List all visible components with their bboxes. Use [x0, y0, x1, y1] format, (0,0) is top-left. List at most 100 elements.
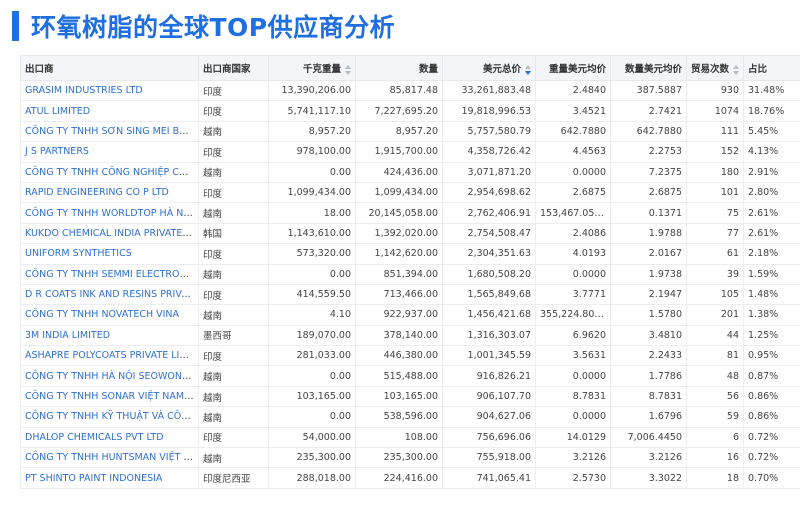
- table-row[interactable]: 3M INDIA LIMITED 墨西哥 189,070.00 378,140.00 1…: [20, 324, 800, 347]
- cell-exporter[interactable]: UNIFORM SYNTHETICS: [20, 243, 199, 265]
- cell-qty-avg-price: 2.1947: [610, 283, 687, 306]
- cell-exporter[interactable]: CÔNG TY TNHH WORLDTOP HÀ NỘI V...: [20, 202, 199, 224]
- table-row[interactable]: PT SHINTO PAINT INDONESIA 印度尼西亚 288,018.00…: [20, 467, 800, 489]
- col-header-exporter[interactable]: 出口商: [20, 55, 199, 81]
- col-header-share[interactable]: 占比: [743, 55, 800, 81]
- sort-icon[interactable]: [345, 64, 351, 75]
- table-row[interactable]: CÔNG TY TNHH KỸ THUẬT VÀ CÔNG ... 越南 0.00 5…: [20, 406, 800, 428]
- table-row[interactable]: CÔNG TY TNHH WORLDTOP HÀ NỘI V... 越南 18.00…: [20, 202, 800, 224]
- cell-exporter[interactable]: RAPID ENGINEERING CO P LTD: [20, 181, 199, 204]
- cell-weight-avg-price: 8.7831: [535, 385, 611, 408]
- col-header-qty-avg-price[interactable]: 数量美元均价: [610, 55, 687, 81]
- cell-country: 印度: [198, 141, 269, 163]
- cell-exporter[interactable]: ATUL LIMITED: [20, 100, 199, 122]
- cell-exporter[interactable]: CÔNG TY TNHH HUNTSMAN VIỆT NAM: [20, 447, 199, 469]
- exporter-link[interactable]: CÔNG TY TNHH WORLDTOP HÀ NỘI V...: [25, 208, 198, 219]
- exporter-link[interactable]: D R COATS INK AND RESINS PRIVATE ...: [25, 289, 198, 300]
- cell-exporter[interactable]: ASHAPRE POLYCOATS PRIVATE LIMITED: [20, 345, 199, 367]
- cell-weight-kg: 18.00: [268, 202, 356, 224]
- exporter-link[interactable]: KUKDO CHEMICAL INDIA PRIVATE LIM...: [25, 228, 198, 239]
- cell-weight-kg: 189,070.00: [268, 324, 356, 347]
- exporter-link[interactable]: DHALOP CHEMICALS PVT LTD: [25, 432, 164, 443]
- cell-qty-avg-price: 1.7786: [610, 365, 687, 387]
- cell-qty-avg-price: 642.7880: [610, 120, 687, 143]
- cell-country: 墨西哥: [198, 324, 269, 347]
- table-row[interactable]: ASHAPRE POLYCOATS PRIVATE LIMITED 印度 281,0…: [20, 345, 800, 367]
- cell-exporter[interactable]: CÔNG TY TNHH HÀ NỘI SEOWONINTE...: [20, 365, 199, 387]
- cell-qty-avg-price: 8.7831: [610, 385, 687, 408]
- cell-share: 31.48%: [743, 79, 800, 102]
- cell-exporter[interactable]: CÔNG TY TNHH CÔNG NGHIỆP CARB...: [20, 161, 199, 183]
- cell-trade-count: 1074: [686, 100, 744, 122]
- cell-total-usd: 756,696.06: [442, 426, 536, 449]
- col-header-quantity[interactable]: 数量: [355, 55, 443, 81]
- table-row[interactable]: D R COATS INK AND RESINS PRIVATE ... 印度 41…: [20, 283, 800, 306]
- table-row[interactable]: DHALOP CHEMICALS PVT LTD 印度 54,000.00 108.0…: [20, 426, 800, 449]
- cell-total-usd: 1,680,508.20: [442, 263, 536, 285]
- col-header-weight-avg-price[interactable]: 重量美元均价: [535, 55, 611, 81]
- cell-quantity: 7,227,695.20: [355, 100, 443, 122]
- exporter-link[interactable]: CÔNG TY TNHH SONAR VIỆT NAM CO...: [25, 391, 198, 402]
- exporter-link[interactable]: CÔNG TY TNHH CÔNG NGHIỆP CARB...: [25, 167, 198, 178]
- cell-exporter[interactable]: CÔNG TY TNHH SEMMI ELECTRONICS...: [20, 263, 199, 285]
- exporter-link[interactable]: CÔNG TY TNHH HUNTSMAN VIỆT NAM: [25, 452, 198, 463]
- cell-exporter[interactable]: CÔNG TY TNHH KỸ THUẬT VÀ CÔNG ...: [20, 406, 199, 428]
- cell-exporter[interactable]: 3M INDIA LIMITED: [20, 324, 199, 347]
- cell-quantity: 103,165.00: [355, 385, 443, 408]
- cell-exporter[interactable]: J S PARTNERS: [20, 141, 199, 163]
- cell-qty-avg-price: 1.9738: [610, 263, 687, 285]
- col-header-total-usd[interactable]: 美元总价: [442, 55, 536, 81]
- exporter-link[interactable]: CÔNG TY TNHH SEMMI ELECTRONICS...: [25, 269, 198, 280]
- cell-trade-count: 39: [686, 263, 744, 285]
- table-row[interactable]: CÔNG TY TNHH SONAR VIỆT NAM CO... 越南 103,1…: [20, 385, 800, 408]
- exporter-link[interactable]: CÔNG TY TNHH HÀ NỘI SEOWONINTE...: [25, 371, 198, 382]
- exporter-link[interactable]: CÔNG TY TNHH KỸ THUẬT VÀ CÔNG ...: [25, 411, 198, 422]
- exporter-link[interactable]: CÔNG TY TNHH SƠN SING MEI BẮC G...: [25, 126, 198, 137]
- cell-total-usd: 1,001,345.59: [442, 345, 536, 367]
- cell-weight-kg: 281,033.00: [268, 345, 356, 367]
- exporter-link[interactable]: ATUL LIMITED: [25, 106, 90, 117]
- cell-weight-avg-price: 355,224.8010: [535, 304, 611, 326]
- table-row[interactable]: CÔNG TY TNHH CÔNG NGHIỆP CARB... 越南 0.00 42…: [20, 161, 800, 183]
- cell-share: 2.18%: [743, 243, 800, 265]
- table-row[interactable]: CÔNG TY TNHH HUNTSMAN VIỆT NAM 越南 235,300.…: [20, 447, 800, 469]
- exporter-link[interactable]: J S PARTNERS: [25, 146, 89, 157]
- cell-weight-kg: 1,099,434.00: [268, 181, 356, 204]
- table-row[interactable]: CÔNG TY TNHH HÀ NỘI SEOWONINTE... 越南 0.00 5…: [20, 365, 800, 387]
- exporter-link[interactable]: 3M INDIA LIMITED: [25, 330, 110, 341]
- exporter-link[interactable]: PT SHINTO PAINT INDONESIA: [25, 473, 162, 484]
- sort-icon[interactable]: [733, 64, 740, 75]
- cell-exporter[interactable]: GRASIM INDUSTRIES LTD: [20, 79, 199, 102]
- table-row[interactable]: CÔNG TY TNHH SEMMI ELECTRONICS... 越南 0.00 8…: [20, 263, 800, 285]
- cell-exporter[interactable]: CÔNG TY TNHH SONAR VIỆT NAM CO...: [20, 385, 199, 408]
- col-header-weight-kg[interactable]: 千克重量: [268, 55, 356, 81]
- cell-weight-avg-price: 153,467.0508: [535, 202, 611, 224]
- table-row[interactable]: ATUL LIMITED 印度 5,741,117.10 7,227,695.20 19…: [20, 100, 800, 122]
- table-row[interactable]: CÔNG TY TNHH SƠN SING MEI BẮC G... 越南 8,95…: [20, 120, 800, 143]
- exporter-link[interactable]: CÔNG TY TNHH NOVATECH VINA: [25, 309, 179, 320]
- col-header-country[interactable]: 出口商国家: [198, 55, 269, 81]
- cell-weight-avg-price: 2.4086: [535, 222, 611, 245]
- table-row[interactable]: GRASIM INDUSTRIES LTD 印度 13,390,206.00 85,8…: [20, 79, 800, 102]
- cell-quantity: 713,466.00: [355, 283, 443, 306]
- exporter-link[interactable]: ASHAPRE POLYCOATS PRIVATE LIMITED: [25, 350, 198, 361]
- exporter-link[interactable]: RAPID ENGINEERING CO P LTD: [25, 187, 169, 198]
- cell-weight-avg-price: 3.2126: [535, 447, 611, 469]
- exporter-link[interactable]: UNIFORM SYNTHETICS: [25, 248, 132, 259]
- exporter-link[interactable]: GRASIM INDUSTRIES LTD: [25, 85, 143, 96]
- cell-trade-count: 930: [686, 79, 744, 102]
- table-row[interactable]: CÔNG TY TNHH NOVATECH VINA 越南 4.10 922,937.…: [20, 304, 800, 326]
- table-row[interactable]: J S PARTNERS 印度 978,100.00 1,915,700.00 4,35…: [20, 141, 800, 163]
- table-row[interactable]: RAPID ENGINEERING CO P LTD 印度 1,099,434.00…: [20, 181, 800, 204]
- cell-exporter[interactable]: CÔNG TY TNHH SƠN SING MEI BẮC G...: [20, 120, 199, 143]
- table-row[interactable]: KUKDO CHEMICAL INDIA PRIVATE LIM... 韩国 1,1…: [20, 222, 800, 245]
- table-row[interactable]: UNIFORM SYNTHETICS 印度 573,320.00 1,142,620.…: [20, 243, 800, 265]
- cell-exporter[interactable]: D R COATS INK AND RESINS PRIVATE ...: [20, 283, 199, 306]
- cell-exporter[interactable]: CÔNG TY TNHH NOVATECH VINA: [20, 304, 199, 326]
- cell-exporter[interactable]: PT SHINTO PAINT INDONESIA: [20, 467, 199, 489]
- col-header-trade-count[interactable]: 贸易次数: [686, 55, 744, 81]
- sort-icon[interactable]: [525, 64, 531, 75]
- cell-weight-kg: 0.00: [268, 365, 356, 387]
- cell-exporter[interactable]: KUKDO CHEMICAL INDIA PRIVATE LIM...: [20, 222, 199, 245]
- cell-exporter[interactable]: DHALOP CHEMICALS PVT LTD: [20, 426, 199, 449]
